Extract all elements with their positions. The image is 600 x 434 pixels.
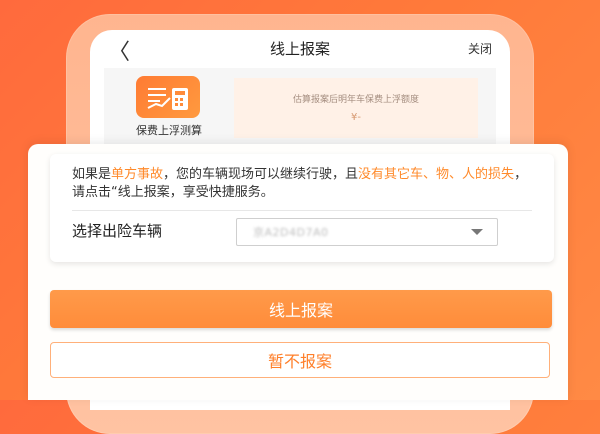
message-part: 如果是 <box>72 167 112 182</box>
vehicle-select-label: 选择出险车辆 <box>72 222 163 240</box>
close-button[interactable]: 关闭 <box>468 40 492 57</box>
back-icon[interactable]: 〈 <box>108 34 130 66</box>
message-highlight-no-other-loss: 没有其它车、物、人的损失 <box>358 167 515 182</box>
premium-estimate-tile[interactable]: 保费上浮测算 <box>118 76 220 140</box>
chevron-down-icon[interactable] <box>471 229 483 235</box>
no-report-button[interactable]: 暂不报案 <box>50 342 550 378</box>
page-title: 线上报案 <box>269 39 330 58</box>
online-report-button[interactable]: 线上报案 <box>50 290 552 328</box>
top-navigation-bar: 〈 线上报案 关闭 <box>90 30 510 66</box>
chart-calculator-icon <box>136 76 200 118</box>
vehicle-select[interactable]: 京A2D4D7A0 <box>236 218 498 246</box>
estimate-description: 估算报案后明年车保费上浮额度 <box>292 95 419 105</box>
estimate-value: ¥- <box>351 112 361 123</box>
premium-estimate-label: 保费上浮测算 <box>136 124 202 137</box>
message-part: ，您的车辆现场可以继续行驶，且 <box>163 167 359 182</box>
premium-estimate-panel: 估算报案后明年车保费上浮额度 ¥- <box>234 78 478 138</box>
message-highlight-single-accident: 单方事故 <box>111 167 164 182</box>
dialog-message: 如果是单方事故，您的车辆现场可以继续行驶，且没有其它车、物、人的损失，请点击“线… <box>72 166 532 202</box>
divider <box>72 210 532 211</box>
vehicle-select-value: 京A2D4D7A0 <box>253 226 329 239</box>
dialog-info-card: 如果是单方事故，您的车辆现场可以继续行驶，且没有其它车、物、人的损失，请点击“线… <box>50 154 554 262</box>
